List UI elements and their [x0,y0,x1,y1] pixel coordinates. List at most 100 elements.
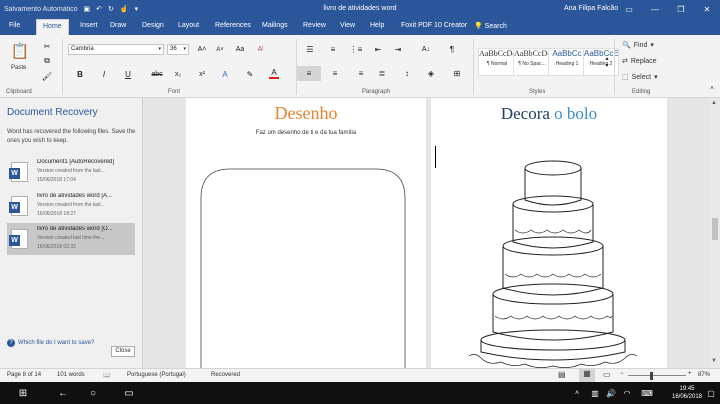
zoom-slider-thumb[interactable] [650,372,653,380]
tab-home[interactable]: Home [36,19,69,35]
search-icon[interactable]: ○ [82,385,104,401]
grow-font-icon[interactable]: A˄ [196,44,208,55]
recovered-file-item[interactable]: W livro de atividades word [A... Version… [7,190,135,222]
which-file-help-link[interactable]: ? Which file do I want to save? [7,339,94,347]
style-no-spacing[interactable]: AaBbCcDc ¶ No Spac... [513,48,551,76]
cake-illustration [468,160,638,368]
font-name-combo[interactable]: Cambria ▾ [68,44,164,55]
web-layout-icon[interactable]: ▭ [603,370,611,379]
windows-taskbar: ⊞ ← ○ ▭ ˄ ▥ 🔊 ◠ ⌨ 19:45 16/06/2018 ▢ [0,382,720,404]
page-count[interactable]: Page 8 of 14 [7,372,41,378]
collapse-ribbon-icon[interactable]: ˄ [708,85,716,93]
page-right[interactable]: Decora o bolo [431,98,667,368]
minimize-button[interactable]: — [642,0,668,19]
close-button[interactable]: ✕ [694,0,720,19]
copy-icon[interactable]: ⧉ [42,56,52,66]
recovered-file-version: Version created last time the... [37,235,105,241]
user-name[interactable]: Ana Filipa Falcão [564,5,618,12]
recovery-close-button[interactable]: Close [111,346,135,357]
back-icon[interactable]: ← [52,385,74,401]
highlight-icon[interactable]: ✎ [244,68,256,80]
recovered-file-item-selected[interactable]: W livro de atividades word [O... Version… [7,223,135,255]
italic-icon[interactable]: I [98,68,110,80]
task-view-icon[interactable]: ▭ [118,385,140,401]
paragraph-group-label: Paragraph [362,89,391,95]
styles-scroll-icon[interactable]: ▴ ▾ [603,48,611,76]
text-effects-icon[interactable]: A [219,68,231,80]
style-normal[interactable]: AaBbCcDc ¶ Normal [478,48,516,76]
font-group-label: Font [168,89,181,95]
bullets-icon[interactable]: ☰ [303,44,317,55]
print-layout-icon[interactable]: ▦ [579,369,595,382]
windows-start-icon[interactable]: ⊞ [12,385,34,401]
tab-file[interactable]: File [9,22,20,29]
line-spacing-icon[interactable]: ↕ [400,67,414,79]
style-heading-1[interactable]: AaBbCc Heading 1 [548,48,586,76]
zoom-out-icon[interactable]: − [620,371,624,377]
tab-references[interactable]: References [215,22,251,29]
scroll-up-icon[interactable]: ▲ [711,100,717,106]
tab-layout[interactable]: Layout [178,22,199,29]
proofing-icon[interactable]: 📖 [103,372,110,379]
clipboard-group-label: Clipboard [6,89,32,95]
clear-formatting-icon[interactable]: A̸ [254,44,266,55]
recovered-file-item[interactable]: W Document1 [AutoRecovered] Version crea… [7,156,135,188]
shading-icon[interactable]: ◈ [424,67,438,79]
numbering-icon[interactable]: ≡ [326,44,340,55]
recovered-file-version: Version created from the last... [37,168,105,174]
tell-me-search[interactable]: 💡 Search [474,22,507,30]
underline-icon[interactable]: U [122,68,134,80]
tab-insert[interactable]: Insert [80,22,98,29]
multilevel-list-icon[interactable]: ⋮≡ [349,44,363,55]
recovered-file-date: 15/06/2018 17:04 [37,177,76,183]
bold-icon[interactable]: B [74,68,86,80]
zoom-in-icon[interactable]: + [688,371,692,377]
ribbon-options-icon[interactable]: ▭ [616,0,642,19]
font-size-combo[interactable]: 36 ▾ [167,44,189,55]
tab-view[interactable]: View [340,22,355,29]
cut-icon[interactable]: ✂ [42,41,52,51]
zoom-level[interactable]: 87% [698,372,710,378]
change-case-icon[interactable]: Aa [234,44,246,55]
restore-button[interactable]: ❐ [668,0,694,19]
scrollbar-thumb[interactable] [712,218,718,240]
vertical-scrollbar[interactable]: ▲ ▼ [710,98,720,368]
strikethrough-icon[interactable]: abc [151,68,163,80]
decrease-indent-icon[interactable]: ⇤ [372,44,384,55]
superscript-icon[interactable]: x² [196,68,208,80]
keyboard-icon[interactable]: ⌨ [636,385,658,401]
align-left-icon[interactable]: ≡ [297,66,321,81]
shrink-font-icon[interactable]: A˅ [214,44,226,55]
wifi-icon[interactable]: ◠ [616,385,638,401]
subscript-icon[interactable]: x₂ [172,68,184,80]
zoom-slider[interactable] [628,375,686,376]
recovered-file-name: livro de atividades word [O... [37,226,113,232]
show-marks-icon[interactable]: ¶ [446,44,458,55]
scroll-down-icon[interactable]: ▼ [711,358,717,364]
paste-label[interactable]: Paste [11,65,26,71]
action-center-icon[interactable]: ▢ [700,385,720,401]
select-button[interactable]: ⬚ Select ▾ [622,73,658,82]
align-center-icon[interactable]: ≡ [328,67,342,79]
format-painter-icon[interactable]: 🖌 [42,71,52,81]
tab-draw[interactable]: Draw [110,22,126,29]
sort-icon[interactable]: A↓ [420,44,432,55]
borders-icon[interactable]: ⊞ [450,67,464,79]
font-color-icon[interactable]: A [268,66,280,80]
tab-mailings[interactable]: Mailings [262,22,288,29]
justify-icon[interactable]: ≣ [375,67,389,79]
paste-icon[interactable]: 📋 [10,41,30,61]
word-count[interactable]: 101 words [57,372,85,378]
read-mode-icon[interactable]: ▤ [558,370,566,379]
tab-help[interactable]: Help [370,22,384,29]
tab-design[interactable]: Design [142,22,164,29]
tab-foxit[interactable]: Foxit PDF 10 Creator [401,22,467,29]
align-right-icon[interactable]: ≡ [354,67,368,79]
chevron-down-icon: ▾ [654,74,658,81]
language-indicator[interactable]: Portuguese (Portugal) [127,372,186,378]
tab-review[interactable]: Review [303,22,326,29]
page-left[interactable]: Desenho Faz um desenho de ti e da tua fa… [186,98,426,368]
find-button[interactable]: 🔍 Find ▾ [622,41,654,50]
replace-button[interactable]: ⇄ Replace [622,57,657,66]
increase-indent-icon[interactable]: ⇥ [392,44,404,55]
